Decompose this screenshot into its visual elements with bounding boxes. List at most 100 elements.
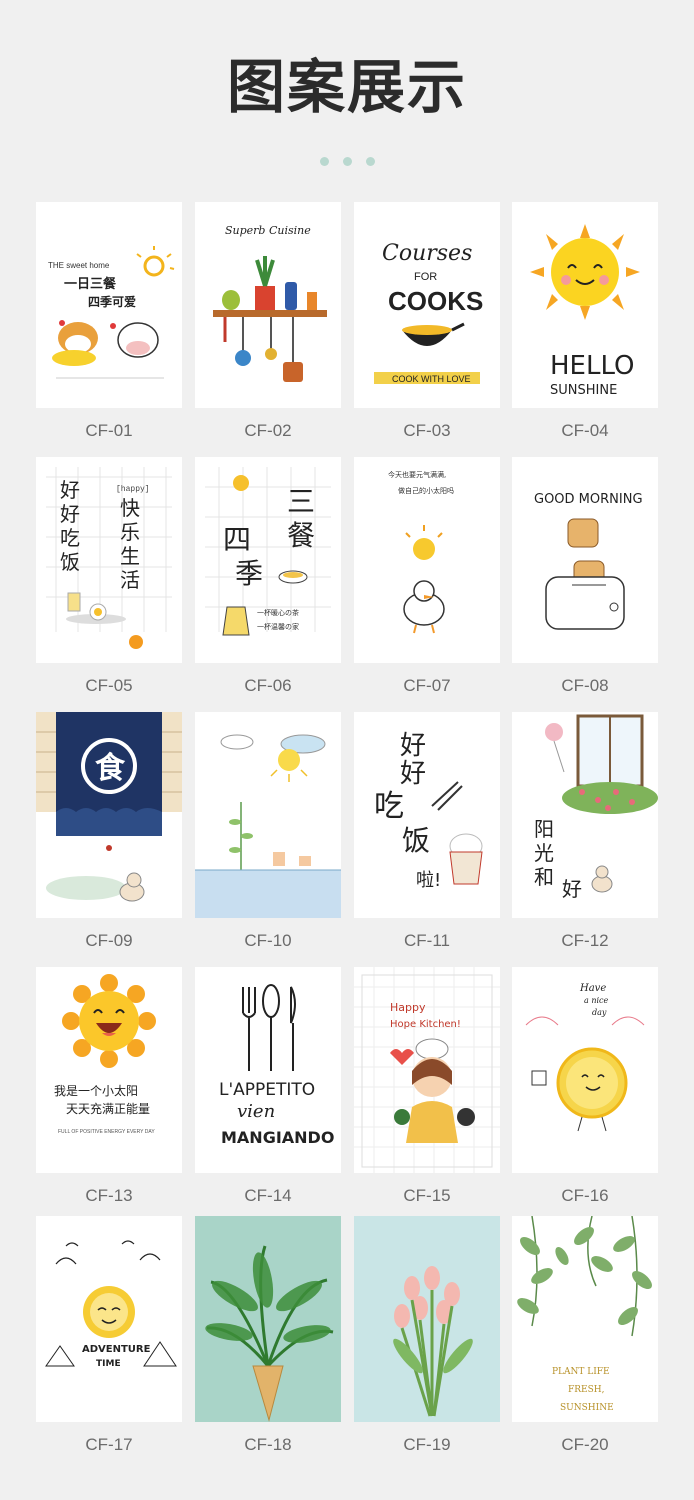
pattern-code: CF-15 bbox=[403, 1186, 451, 1205]
pattern-card-cf-13[interactable]: 我是一个小太阳 天天充满正能量 FULL OF POSITIVE ENERGY … bbox=[36, 967, 182, 1173]
rice-bowl-chopsticks-icon: 好 好 吃 饭 啦! bbox=[374, 731, 483, 891]
svg-text:好: 好 bbox=[60, 478, 80, 502]
pattern-code: CF-01 bbox=[85, 421, 133, 440]
svg-text:今天也要元气满满,: 今天也要元气满满, bbox=[388, 470, 446, 479]
chef-girl-icon: Happy Hope Kitchen! bbox=[354, 967, 500, 1173]
svg-text:Courses: Courses bbox=[382, 241, 472, 266]
svg-text:FRESH,: FRESH, bbox=[568, 1385, 604, 1395]
svg-text:PLANT LIFE: PLANT LIFE bbox=[552, 1367, 610, 1377]
lemon-slice-icon: Have a nice day bbox=[525, 983, 645, 1132]
pattern-card-cf-20[interactable]: PLANT LIFE FRESH, SUNSHINE bbox=[512, 1216, 658, 1422]
svg-text:SUNSHINE: SUNSHINE bbox=[550, 383, 617, 398]
pattern-card-cf-11[interactable]: 好 好 吃 饭 啦! bbox=[354, 712, 500, 918]
pattern-code: CF-03 bbox=[403, 421, 451, 440]
pattern-card-cf-01[interactable]: THE sweet home 一日三餐 四季可爱 bbox=[36, 202, 182, 408]
pattern-code: CF-14 bbox=[244, 1186, 292, 1205]
svg-text:GOOD MORNING: GOOD MORNING bbox=[534, 492, 643, 507]
svg-text:Have: Have bbox=[579, 983, 606, 994]
pattern-card-cf-10[interactable] bbox=[195, 712, 341, 918]
svg-text:一杯温馨の家: 一杯温馨の家 bbox=[257, 622, 299, 631]
svg-text:吃: 吃 bbox=[60, 526, 80, 550]
svg-text:餐: 餐 bbox=[287, 519, 315, 552]
kitchen-shelf-utensils-icon: Superb Cuisine bbox=[213, 224, 327, 382]
pattern-card-cf-12[interactable]: 阳 光 和 好 bbox=[512, 712, 658, 918]
svg-text:一杯暖心の茶: 一杯暖心の茶 bbox=[257, 608, 299, 617]
svg-text:季: 季 bbox=[235, 557, 263, 590]
svg-text:食: 食 bbox=[95, 751, 126, 786]
pattern-code: CF-02 bbox=[244, 421, 292, 440]
svg-text:四季可爱: 四季可爱 bbox=[88, 294, 136, 309]
pattern-card-cf-04[interactable]: HELLO SUNSHINE bbox=[512, 202, 658, 408]
pattern-card-cf-18[interactable] bbox=[195, 1216, 341, 1422]
sun-clouds-plants-icon bbox=[195, 734, 341, 918]
svg-text:ADVENTURE: ADVENTURE bbox=[82, 1344, 151, 1355]
svg-text:Hope Kitchen!: Hope Kitchen! bbox=[390, 1019, 461, 1030]
food-banner-cat-icon: 食 bbox=[36, 712, 182, 902]
dot bbox=[365, 157, 375, 166]
pattern-code: CF-07 bbox=[403, 676, 451, 695]
pattern-card-cf-02[interactable]: Superb Cuisine bbox=[195, 202, 341, 408]
hanging-leaves-icon: PLANT LIFE FRESH, SUNSHINE bbox=[517, 1216, 652, 1413]
sun-and-duck-icon: 今天也要元气满满, 做自己的小太阳吗 bbox=[388, 470, 454, 634]
pattern-code: CF-09 bbox=[85, 931, 133, 950]
svg-text:Superb Cuisine: Superb Cuisine bbox=[225, 224, 311, 237]
pink-tulips-icon bbox=[354, 1216, 500, 1422]
svg-text:乐: 乐 bbox=[120, 520, 140, 544]
svg-text:天天充满正能量: 天天充满正能量 bbox=[66, 1101, 150, 1116]
pattern-code: CF-19 bbox=[403, 1435, 451, 1454]
svg-text:THE sweet home: THE sweet home bbox=[48, 261, 110, 270]
pattern-code: CF-20 bbox=[561, 1435, 609, 1454]
pattern-code: CF-17 bbox=[85, 1435, 133, 1454]
adventure-sun-icon: ADVENTURE TIME bbox=[45, 1240, 177, 1369]
cooking-pot-icon: Courses FOR COOKS COOK WITH LOVE bbox=[374, 241, 483, 384]
svg-text:活: 活 bbox=[120, 568, 140, 592]
pattern-code: CF-08 bbox=[561, 676, 609, 695]
svg-text:COOK WITH LOVE: COOK WITH LOVE bbox=[392, 374, 471, 384]
svg-text:FOR: FOR bbox=[414, 271, 437, 283]
pattern-card-cf-17[interactable]: ADVENTURE TIME bbox=[36, 1216, 182, 1422]
pattern-code: CF-10 bbox=[244, 931, 292, 950]
sweet-home-animals-icon: THE sweet home 一日三餐 四季可爱 bbox=[48, 246, 175, 379]
svg-text:[happy]: [happy] bbox=[116, 485, 150, 494]
dot bbox=[319, 157, 329, 166]
dot bbox=[342, 157, 352, 166]
pattern-card-cf-09[interactable]: 食 bbox=[36, 712, 182, 918]
svg-text:HELLO: HELLO bbox=[550, 351, 635, 381]
pattern-code: CF-05 bbox=[85, 676, 133, 695]
svg-text:好: 好 bbox=[562, 877, 582, 901]
svg-text:吃: 吃 bbox=[374, 789, 404, 824]
breakfast-grid-icon: 好 好 吃 饭 [happy] 快 乐 生 活 bbox=[46, 467, 172, 649]
pattern-card-cf-07[interactable]: 今天也要元气满满, 做自己的小太阳吗 bbox=[354, 457, 500, 663]
svg-text:啦!: 啦! bbox=[416, 870, 441, 891]
svg-text:L'APPETITO: L'APPETITO bbox=[219, 1080, 315, 1100]
svg-text:阳: 阳 bbox=[534, 817, 554, 841]
svg-text:a nice: a nice bbox=[584, 996, 609, 1005]
svg-text:光: 光 bbox=[534, 841, 554, 865]
svg-text:好: 好 bbox=[60, 502, 80, 526]
pattern-card-cf-16[interactable]: Have a nice day bbox=[512, 967, 658, 1173]
pattern-code: CF-18 bbox=[244, 1435, 292, 1454]
pattern-card-cf-14[interactable]: L'APPETITO vien MANGIANDO bbox=[195, 967, 341, 1173]
svg-text:生: 生 bbox=[120, 544, 140, 568]
svg-text:快: 快 bbox=[120, 496, 140, 520]
svg-text:饭: 饭 bbox=[402, 824, 430, 857]
svg-text:做自己的小太阳吗: 做自己的小太阳吗 bbox=[398, 486, 454, 495]
pattern-card-cf-05[interactable]: 好 好 吃 饭 [happy] 快 乐 生 活 bbox=[36, 457, 182, 663]
pattern-card-cf-19[interactable] bbox=[354, 1216, 500, 1422]
svg-text:好: 好 bbox=[400, 759, 426, 789]
pattern-code: CF-06 bbox=[244, 676, 292, 695]
toaster-icon: GOOD MORNING bbox=[534, 492, 643, 630]
pattern-code: CF-12 bbox=[561, 931, 609, 950]
svg-text:好: 好 bbox=[400, 731, 426, 761]
laughing-sun-icon: 我是一个小太阳 天天充满正能量 FULL OF POSITIVE ENERGY … bbox=[54, 974, 156, 1135]
svg-text:Happy: Happy bbox=[390, 1001, 426, 1014]
svg-text:day: day bbox=[592, 1008, 607, 1017]
tea-pot-grid-icon: 三 餐 四 季 一杯暖心の茶 一杯温馨の家 bbox=[205, 467, 331, 636]
pattern-card-cf-03[interactable]: Courses FOR COOKS COOK WITH LOVE bbox=[354, 202, 500, 408]
pattern-card-cf-15[interactable]: Happy Hope Kitchen! bbox=[354, 967, 500, 1173]
pattern-card-cf-08[interactable]: GOOD MORNING bbox=[512, 457, 658, 663]
pattern-card-cf-06[interactable]: 三 餐 四 季 一杯暖心の茶 一杯温馨の家 bbox=[195, 457, 341, 663]
svg-text:一日三餐: 一日三餐 bbox=[64, 276, 117, 292]
pattern-code: CF-16 bbox=[561, 1186, 609, 1205]
window-flowers-cat-icon: 阳 光 和 好 bbox=[534, 714, 658, 901]
